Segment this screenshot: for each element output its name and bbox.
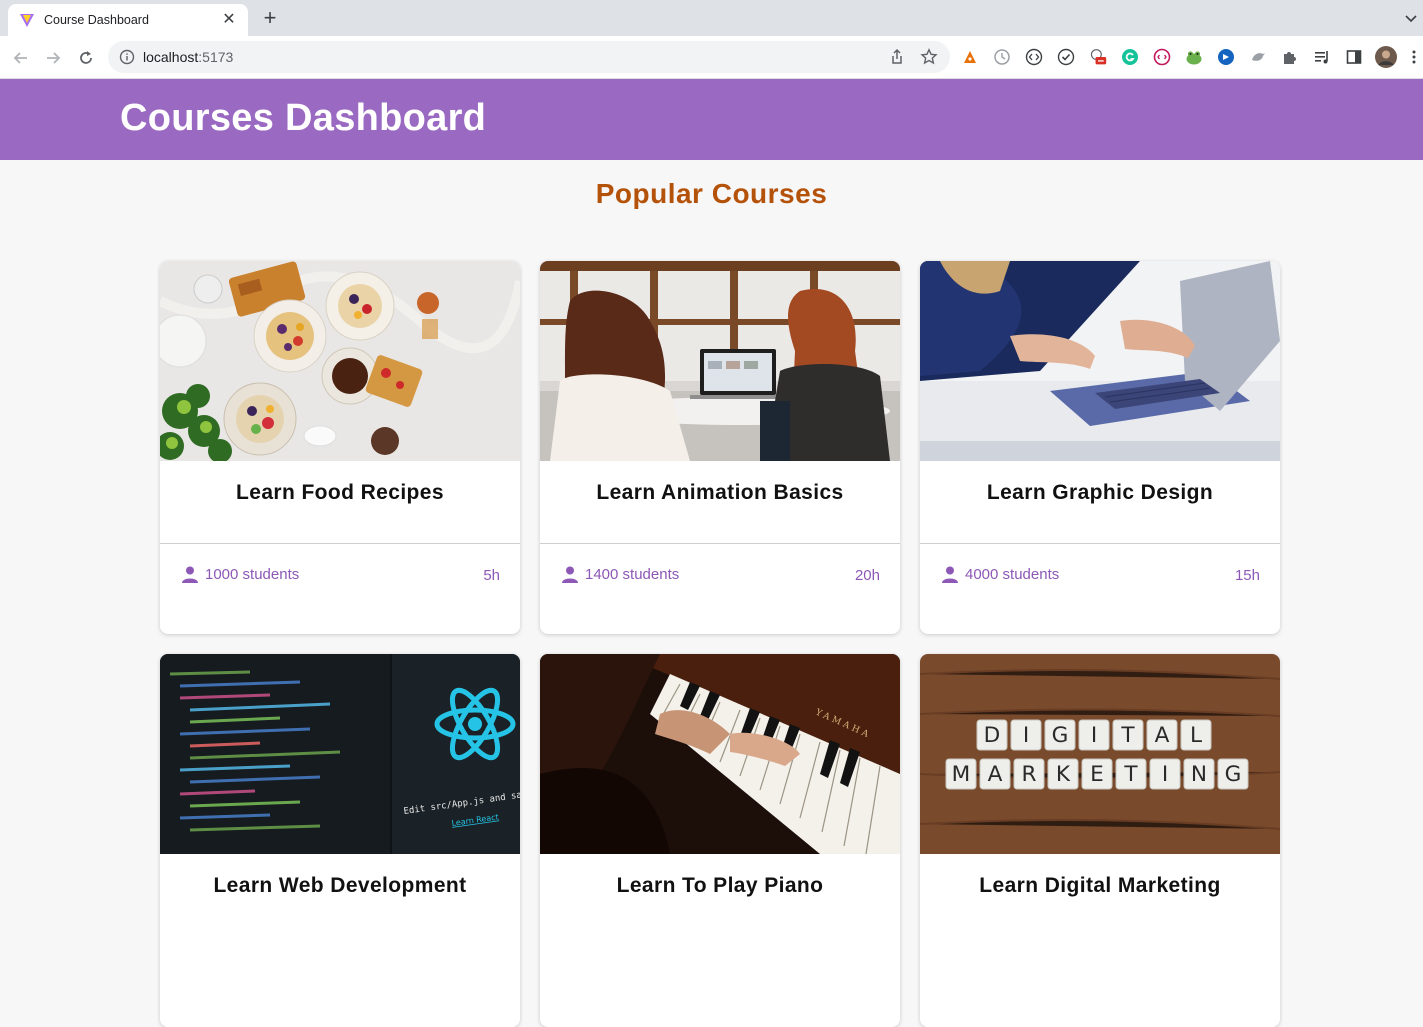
course-card[interactable]: Learn Food Recipes 1000 students 5h [160,261,520,634]
extension-timer-icon[interactable] [993,48,1011,66]
extension-bird-icon[interactable] [1249,48,1267,66]
student-count-text: 4000 students [965,566,1060,583]
course-card[interactable]: DIGITAL MARKETING Learn Digital Marketin… [920,654,1280,1027]
card-divider [920,543,1280,544]
grammarly-icon[interactable] [1121,48,1139,66]
letter-tile-text: E [1090,762,1104,787]
page-title: Courses Dashboard [120,97,487,139]
student-count-text: 1000 students [205,566,300,583]
letter-tile-text: G [1052,723,1069,748]
extension-frog-icon[interactable] [1185,48,1203,66]
extension-badge-icon[interactable] [1089,48,1107,66]
bookmark-star-icon[interactable] [920,48,938,66]
letter-tile-text: I [1162,762,1168,787]
site-info-icon[interactable] [119,49,135,65]
media-queue-icon[interactable] [1313,48,1331,66]
back-arrow-icon[interactable] [9,46,33,70]
course-image-digital-marketing: DIGITAL MARKETING [920,654,1280,854]
forward-arrow-icon[interactable] [41,46,65,70]
course-card[interactable]: Edit src/App.js and save to reload. Lear… [160,654,520,1027]
profile-avatar[interactable] [1375,46,1397,68]
letter-tile-text: A [988,762,1003,787]
letter-tile-text: N [1191,762,1207,787]
letter-tile-text: T [1123,762,1138,787]
tab-title: Course Dashboard [44,13,149,27]
address-bar[interactable]: localhost:5173 [108,41,950,73]
card-divider [540,543,900,544]
letter-tile-text: I [1023,723,1029,748]
extension-code-icon[interactable] [1025,48,1043,66]
letter-tile-text: G [1225,762,1242,787]
letter-tile-text: L [1190,723,1202,748]
share-icon[interactable] [888,48,906,66]
extensions-puzzle-icon[interactable] [1281,48,1299,66]
course-duration: 20h [854,567,880,584]
course-title: Learn Digital Marketing [979,874,1221,897]
student-count: 1000 students [182,566,299,583]
side-panel-icon[interactable] [1345,48,1363,66]
course-card[interactable]: Learn Graphic Design 4000 students 15h [920,261,1280,634]
course-title: Learn Animation Basics [596,481,844,504]
course-image-graphic-design [920,261,1280,461]
new-tab-icon[interactable]: + [258,7,282,31]
course-card[interactable]: YAMAHA Learn To Play Piano [540,654,900,1027]
letter-tile-text: D [984,723,1001,748]
course-title: Learn To Play Piano [616,874,824,897]
letter-tile-text: K [1056,762,1071,787]
reload-icon[interactable] [74,46,98,70]
person-icon [562,566,578,583]
browser-tabstrip: Course Dashboard ✕ + [0,0,1423,36]
person-icon [182,566,198,583]
course-duration: 5h [483,567,500,584]
extension-warning-icon[interactable] [961,48,979,66]
extension-devtools-icon[interactable] [1153,48,1171,66]
section-title: Popular Courses [595,178,828,209]
course-title: Learn Web Development [213,874,467,897]
course-duration: 15h [1234,567,1260,584]
letter-tile-text: I [1091,723,1097,748]
letter-tile-text: M [952,762,971,787]
tab-search-chevron-icon[interactable] [1403,8,1419,28]
card-divider [160,543,520,544]
extension-check-icon[interactable] [1057,48,1075,66]
browser-toolbar: localhost:5173 [0,36,1423,79]
student-count-text: 1400 students [585,566,680,583]
student-count: 1400 students [562,566,679,583]
course-title: Learn Graphic Design [986,481,1214,504]
browser-tab[interactable]: Course Dashboard ✕ [8,4,248,36]
letter-tile-text: A [1155,723,1170,748]
extension-video-icon[interactable] [1217,48,1235,66]
course-image-food [160,261,520,461]
course-image-piano: YAMAHA [540,654,900,854]
browser-menu-icon[interactable] [1410,48,1418,66]
course-card[interactable]: Learn Animation Basics 1400 students 20h [540,261,900,634]
person-icon [942,566,958,583]
course-title: Learn Food Recipes [236,481,444,504]
letter-tile-text: T [1120,723,1135,748]
course-image-animation [540,261,900,461]
letter-tile-text: R [1021,762,1036,787]
dashboard-header: Courses Dashboard [0,79,1423,160]
student-count: 4000 students [942,566,1059,583]
vite-favicon-icon [18,11,36,29]
tab-close-icon[interactable]: ✕ [220,11,238,29]
course-image-web-development: Edit src/App.js and save to reload. Lear… [160,654,520,854]
url-text: localhost:5173 [143,49,234,65]
